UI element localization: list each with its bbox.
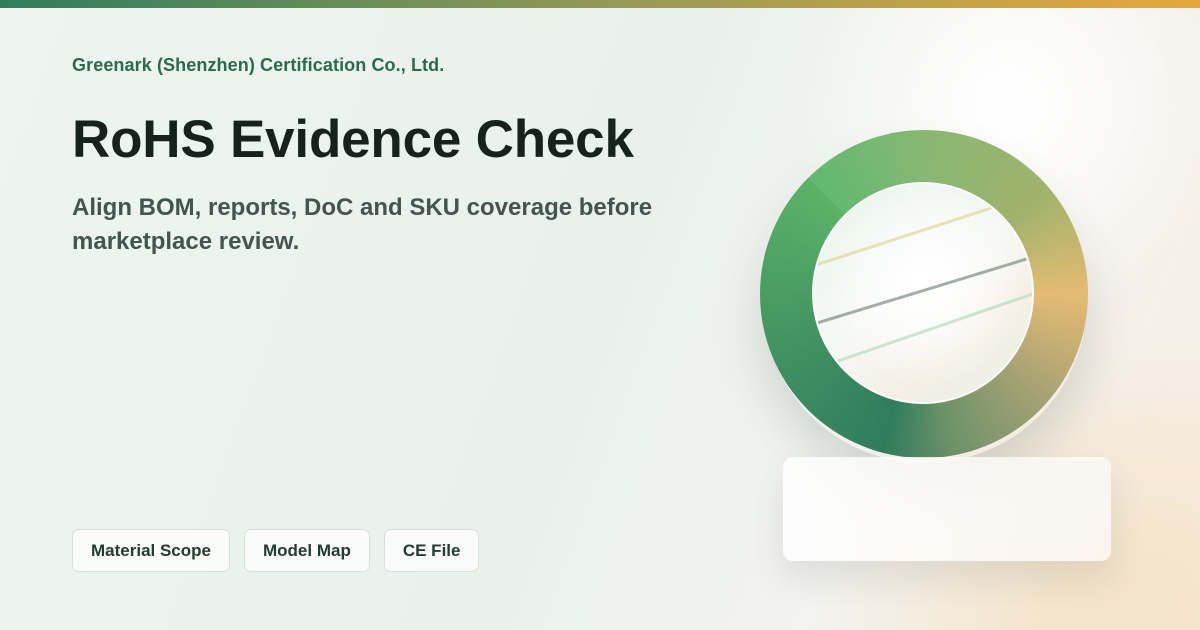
top-accent-bar bbox=[0, 0, 1200, 8]
inner-line-green bbox=[821, 282, 1032, 368]
model-map-chip: Model Map bbox=[244, 529, 370, 572]
certification-badge-graphic bbox=[755, 125, 1095, 465]
blank-info-card bbox=[783, 457, 1111, 561]
ce-file-label: CE File bbox=[402, 540, 461, 560]
material-scope-chip: Material Scope bbox=[72, 529, 230, 572]
inner-disc bbox=[812, 182, 1034, 404]
inner-line-gray bbox=[814, 252, 1032, 327]
page-title: RoHS Evidence Check bbox=[72, 110, 634, 169]
page-subtitle: Align BOM, reports, DoC and SKU coverage… bbox=[72, 194, 653, 255]
model-map-label: Model Map bbox=[263, 540, 351, 560]
ce-file-chip: CE File bbox=[383, 529, 480, 572]
material-scope-label: Material Scope bbox=[91, 540, 211, 560]
topic-chip-row: Material Scope Model Map CE File bbox=[72, 529, 480, 572]
company-name: Greenark (Shenzhen) Certification Co., L… bbox=[72, 55, 445, 75]
